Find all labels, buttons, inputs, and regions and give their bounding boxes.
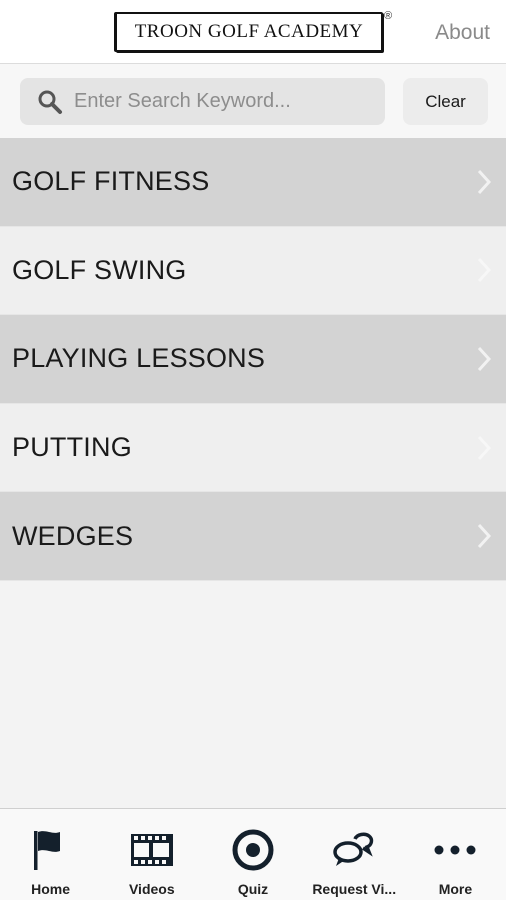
tab-more[interactable]: More: [405, 809, 506, 900]
category-list: GOLF FITNESS GOLF SWING PLAYING LESSONS …: [0, 138, 506, 581]
flag-icon: [33, 831, 60, 870]
app-header: TROON GOLF ACADEMY ® About: [0, 0, 506, 64]
tab-label: Quiz: [237, 881, 269, 897]
search-input[interactable]: [74, 90, 364, 113]
chevron-right-icon: [477, 524, 492, 549]
search-box[interactable]: [20, 78, 385, 125]
category-label: GOLF SWING: [12, 254, 187, 285]
chat-bubbles-icon: [333, 832, 374, 866]
search-bar: Clear: [0, 64, 506, 138]
chevron-right-icon: [477, 258, 492, 283]
category-label: PUTTING: [12, 432, 132, 463]
chevron-right-icon: [477, 346, 492, 371]
category-item-golf-fitness[interactable]: GOLF FITNESS: [0, 138, 506, 227]
more-dots-icon: [434, 845, 476, 855]
tab-home[interactable]: Home: [0, 809, 101, 900]
category-item-putting[interactable]: PUTTING: [0, 403, 506, 493]
search-icon: [38, 90, 62, 114]
category-item-playing-lessons[interactable]: PLAYING LESSONS: [0, 315, 506, 404]
category-item-golf-swing[interactable]: GOLF SWING: [0, 226, 506, 316]
tab-request-video[interactable]: Request Vi...: [304, 809, 405, 900]
bottom-tab-bar: Home Videos Quiz Request Vi... More: [0, 808, 506, 900]
chevron-right-icon: [477, 435, 492, 460]
troon-golf-academy-logo: TROON GOLF ACADEMY: [115, 12, 383, 52]
category-item-wedges[interactable]: WEDGES: [0, 492, 506, 581]
tab-label: Videos: [128, 881, 175, 897]
tab-videos[interactable]: Videos: [101, 809, 202, 900]
logo-text: TROON GOLF ACADEMY: [134, 21, 364, 42]
tab-label: Home: [31, 881, 71, 897]
category-label: WEDGES: [12, 520, 134, 551]
film-icon: [130, 834, 173, 866]
tab-quiz[interactable]: Quiz: [202, 809, 303, 900]
target-icon: [232, 829, 274, 871]
tab-label: More: [438, 881, 473, 897]
about-link[interactable]: About: [435, 21, 490, 45]
registered-mark: ®: [384, 10, 393, 22]
category-label: PLAYING LESSONS: [12, 343, 266, 374]
clear-button[interactable]: Clear: [403, 78, 488, 125]
category-label: GOLF FITNESS: [12, 166, 210, 197]
tab-label: Request Vi...: [312, 881, 397, 897]
chevron-right-icon: [477, 169, 492, 194]
